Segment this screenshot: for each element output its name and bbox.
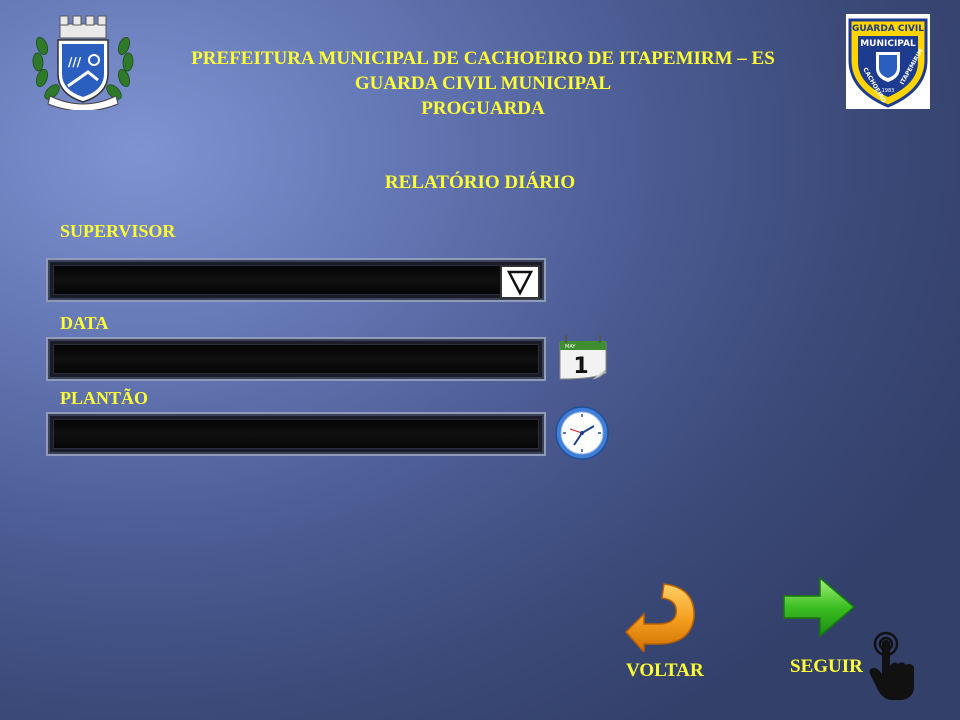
header-line-2: GUARDA CIVIL MUNICIPAL — [354, 73, 612, 94]
triangle-down-icon — [506, 270, 534, 296]
supervisor-label: SUPERVISOR — [60, 221, 176, 241]
next-arrow-icon[interactable] — [782, 574, 856, 640]
shift-field-value — [53, 419, 539, 449]
shift-field[interactable] — [46, 412, 546, 456]
clock-icon[interactable] — [554, 405, 610, 461]
calendar-month-text: MAY — [565, 344, 576, 350]
header-line-3: PROGUARDA — [421, 98, 545, 119]
supervisor-select[interactable] — [46, 258, 546, 302]
badge-top-text: GUARDA CIVIL — [852, 24, 924, 34]
calendar-icon[interactable]: MAY 1 — [557, 333, 609, 381]
guarda-civil-badge-icon: GUARDA CIVIL MUNICIPAL CACHOEIRO ITAPEMI… — [846, 14, 930, 109]
page-title: RELATÓRIO DIÁRIO — [384, 172, 576, 193]
dropdown-button[interactable] — [500, 265, 540, 299]
back-button[interactable]: VOLTAR — [626, 660, 704, 682]
next-button[interactable]: SEGUIR — [790, 656, 863, 678]
data-label: DATA — [60, 313, 109, 333]
supervisor-select-value — [53, 265, 539, 295]
back-arrow-icon[interactable] — [624, 578, 700, 654]
badge-year-text: 1983 — [882, 88, 895, 94]
hand-pointer-icon — [868, 630, 920, 702]
header-line-1: PREFEITURA MUNICIPAL DE CACHOEIRO DE ITA… — [191, 48, 775, 69]
city-coat-of-arms-icon: /// — [28, 14, 138, 112]
svg-text:///: /// — [68, 55, 82, 69]
date-field-value — [53, 344, 539, 374]
date-field[interactable] — [46, 337, 546, 381]
calendar-day-text: 1 — [573, 354, 588, 379]
header-title-block: PREFEITURA MUNICIPAL DE CACHOEIRO DE ITA… — [140, 46, 826, 121]
plantao-label: PLANTÃO — [60, 388, 149, 408]
badge-mid-text: MUNICIPAL — [860, 39, 916, 49]
